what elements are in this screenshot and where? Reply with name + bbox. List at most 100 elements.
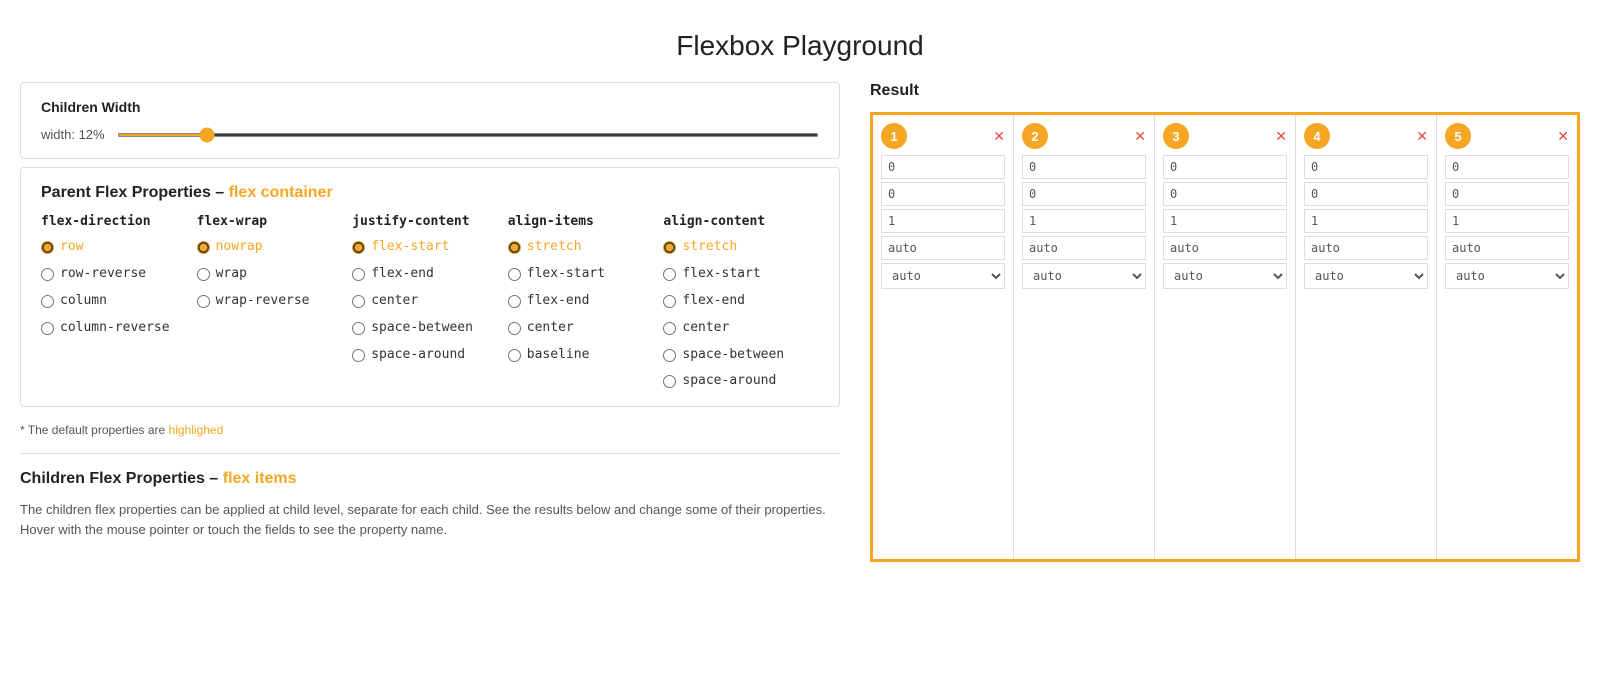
radio-flex-end-ai[interactable]: flex-end	[508, 293, 654, 310]
radio-flex-start-ai[interactable]: flex-start	[508, 266, 654, 283]
card-field2-5[interactable]: 0	[1445, 182, 1569, 206]
card-field2-1[interactable]: 0	[881, 182, 1005, 206]
radio-wrap-reverse-label: wrap-reverse	[216, 293, 310, 310]
card-select-3[interactable]: auto flex-start flex-end center baseline…	[1163, 263, 1287, 289]
radio-center-ai-label: center	[527, 320, 574, 337]
align-content-title: align-content	[663, 214, 809, 229]
radio-space-between-jc-input[interactable]	[352, 322, 365, 335]
card-field2-2[interactable]: 0	[1022, 182, 1146, 206]
radio-center-ac[interactable]: center	[663, 320, 809, 337]
card-field4-2[interactable]: auto	[1022, 236, 1146, 260]
radio-wrap-reverse[interactable]: wrap-reverse	[197, 293, 343, 310]
radio-space-around-jc[interactable]: space-around	[352, 347, 498, 364]
radio-wrap-input[interactable]	[197, 268, 210, 281]
card-close-2[interactable]: ✕	[1134, 128, 1146, 145]
card-field1-2[interactable]: 0	[1022, 155, 1146, 179]
card-field1-5[interactable]: 0	[1445, 155, 1569, 179]
radio-center-ac-input[interactable]	[663, 322, 676, 335]
left-panel: Children Width width: 12% Parent Flex Pr…	[20, 82, 840, 562]
radio-row-reverse[interactable]: row-reverse	[41, 266, 187, 283]
radio-stretch-ac-input[interactable]	[663, 241, 676, 254]
radio-row-reverse-input[interactable]	[41, 268, 54, 281]
card-close-4[interactable]: ✕	[1416, 128, 1428, 145]
radio-stretch-ai[interactable]: stretch	[508, 239, 654, 256]
page-title: Flexbox Playground	[0, 0, 1600, 82]
radio-nowrap[interactable]: nowrap	[197, 239, 343, 256]
card-number-5: 5	[1445, 123, 1471, 149]
flex-child-card-5: 5 ✕ 0 0 1 auto auto flex-start flex-end …	[1437, 115, 1577, 559]
radio-space-around-jc-input[interactable]	[352, 349, 365, 362]
radio-space-between-ac-input[interactable]	[663, 349, 676, 362]
radio-space-between-ac-label: space-between	[682, 347, 784, 364]
flex-child-card-4: 4 ✕ 0 0 1 auto auto flex-start flex-end …	[1296, 115, 1437, 559]
radio-stretch-ai-input[interactable]	[508, 241, 521, 254]
card-field4-3[interactable]: auto	[1163, 236, 1287, 260]
radio-flex-start-ac-input[interactable]	[663, 268, 676, 281]
card-field3-3[interactable]: 1	[1163, 209, 1287, 233]
card-select-2[interactable]: auto flex-start flex-end center baseline…	[1022, 263, 1146, 289]
radio-column-reverse[interactable]: column-reverse	[41, 320, 187, 337]
radio-space-between-ac[interactable]: space-between	[663, 347, 809, 364]
align-items-group: stretch flex-start flex-end center	[508, 239, 654, 363]
children-width-section: Children Width width: 12%	[20, 82, 840, 159]
radio-flex-start-ai-label: flex-start	[527, 266, 605, 283]
card-number-4: 4	[1304, 123, 1330, 149]
card-field1-1[interactable]: 0	[881, 155, 1005, 179]
card-close-3[interactable]: ✕	[1275, 128, 1287, 145]
radio-column-input[interactable]	[41, 295, 54, 308]
radio-flex-end-ac-label: flex-end	[682, 293, 745, 310]
card-field1-4[interactable]: 0	[1304, 155, 1428, 179]
card-field1-3[interactable]: 0	[1163, 155, 1287, 179]
radio-column-reverse-input[interactable]	[41, 322, 54, 335]
radio-column[interactable]: column	[41, 293, 187, 310]
justify-content-group: flex-start flex-end center space-be	[352, 239, 498, 363]
radio-wrap-reverse-input[interactable]	[197, 295, 210, 308]
card-field2-4[interactable]: 0	[1304, 182, 1428, 206]
card-close-1[interactable]: ✕	[993, 128, 1005, 145]
radio-flex-start-ai-input[interactable]	[508, 268, 521, 281]
align-content-col: align-content stretch flex-start flex	[663, 214, 819, 390]
radio-flex-end-ac[interactable]: flex-end	[663, 293, 809, 310]
flex-wrap-group: nowrap wrap wrap-reverse	[197, 239, 343, 310]
card-field3-5[interactable]: 1	[1445, 209, 1569, 233]
width-slider[interactable]	[117, 133, 819, 137]
radio-flex-end-jc-input[interactable]	[352, 268, 365, 281]
radio-flex-start-jc[interactable]: flex-start	[352, 239, 498, 256]
radio-stretch-ac[interactable]: stretch	[663, 239, 809, 256]
radio-baseline-ai[interactable]: baseline	[508, 347, 654, 364]
radio-center-jc-input[interactable]	[352, 295, 365, 308]
radio-flex-end-jc[interactable]: flex-end	[352, 266, 498, 283]
card-field3-1[interactable]: 1	[881, 209, 1005, 233]
radio-center-ai-input[interactable]	[508, 322, 521, 335]
card-select-5[interactable]: auto flex-start flex-end center baseline…	[1445, 263, 1569, 289]
card-field3-4[interactable]: 1	[1304, 209, 1428, 233]
radio-center-jc[interactable]: center	[352, 293, 498, 310]
result-container: 1 ✕ 0 0 1 auto auto flex-start flex-end …	[870, 112, 1580, 562]
card-select-4[interactable]: auto flex-start flex-end center baseline…	[1304, 263, 1428, 289]
card-header-4: 4 ✕	[1304, 123, 1428, 149]
radio-flex-end-ai-input[interactable]	[508, 295, 521, 308]
card-field3-2[interactable]: 1	[1022, 209, 1146, 233]
card-header-1: 1 ✕	[881, 123, 1005, 149]
radio-space-between-jc[interactable]: space-between	[352, 320, 498, 337]
radio-flex-start-jc-input[interactable]	[352, 241, 365, 254]
radio-row-reverse-label: row-reverse	[60, 266, 146, 283]
card-field4-5[interactable]: auto	[1445, 236, 1569, 260]
radio-space-around-ac[interactable]: space-around	[663, 373, 809, 390]
radio-baseline-ai-input[interactable]	[508, 349, 521, 362]
card-field4-1[interactable]: auto	[881, 236, 1005, 260]
radio-center-jc-label: center	[371, 293, 418, 310]
radio-space-around-ac-input[interactable]	[663, 375, 676, 388]
card-field4-4[interactable]: auto	[1304, 236, 1428, 260]
radio-row-input[interactable]	[41, 241, 54, 254]
card-close-5[interactable]: ✕	[1557, 128, 1569, 145]
radio-flex-start-ac[interactable]: flex-start	[663, 266, 809, 283]
flex-child-card-2: 2 ✕ 0 0 1 auto auto flex-start flex-end …	[1014, 115, 1155, 559]
radio-center-ai[interactable]: center	[508, 320, 654, 337]
radio-flex-end-ac-input[interactable]	[663, 295, 676, 308]
radio-row[interactable]: row	[41, 239, 187, 256]
card-select-1[interactable]: auto flex-start flex-end center baseline…	[881, 263, 1005, 289]
radio-wrap[interactable]: wrap	[197, 266, 343, 283]
card-field2-3[interactable]: 0	[1163, 182, 1287, 206]
radio-nowrap-input[interactable]	[197, 241, 210, 254]
